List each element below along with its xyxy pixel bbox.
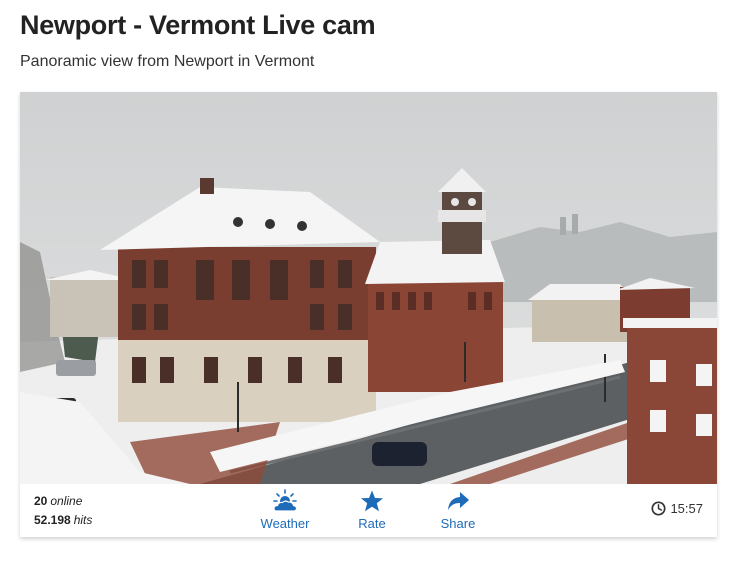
share-button[interactable]: Share [423, 488, 493, 531]
weather-button[interactable]: Weather [250, 488, 320, 531]
hits-count: 52.198 [34, 513, 71, 527]
hits-label: hits [73, 513, 93, 527]
weather-label: Weather [260, 516, 310, 531]
rate-label: Rate [358, 516, 386, 531]
clock-icon [651, 501, 666, 516]
online-stat: 20 online [34, 492, 92, 511]
webcam-image[interactable] [20, 92, 717, 484]
share-label: Share [440, 516, 476, 531]
online-label: online [50, 494, 83, 508]
star-icon [361, 490, 383, 512]
online-count: 20 [34, 494, 48, 508]
webcam-scene [20, 92, 717, 484]
page-title: Newport - Vermont Live cam [20, 10, 376, 40]
page-subtitle: Panoramic view from Newport in Vermont [20, 53, 315, 70]
webcam-time: 15:57 [651, 501, 703, 516]
time-value: 15:57 [670, 501, 703, 516]
webcam-card: 20 online 52.198 hits Weather Rate Share… [20, 92, 717, 537]
share-icon [448, 492, 469, 510]
weather-icon [273, 489, 298, 512]
webcam-toolbar: 20 online 52.198 hits Weather Rate Share… [20, 484, 717, 537]
hits-stat: 52.198 hits [34, 511, 92, 530]
rate-button[interactable]: Rate [337, 488, 407, 531]
webcam-stats: 20 online 52.198 hits [34, 492, 92, 530]
